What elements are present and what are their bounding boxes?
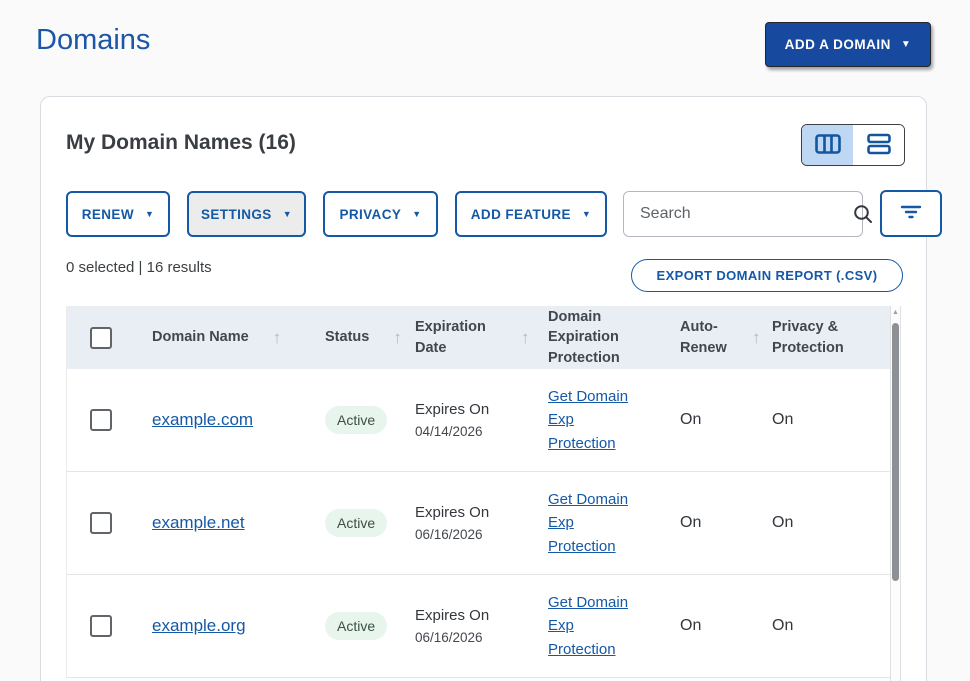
header-privacy-label: Privacy & Protection	[772, 317, 862, 358]
privacy-value: On	[772, 617, 793, 634]
expiration-date: 06/16/2026	[415, 527, 548, 542]
row-checkbox[interactable]	[90, 512, 112, 534]
header-domain-expiration-protection: Domain Expiration Protection	[548, 307, 680, 368]
sort-ascending-icon: ↑	[393, 326, 402, 350]
header-auto-renew[interactable]: Auto-Renew ↑	[680, 317, 772, 358]
column-view-button[interactable]	[802, 125, 853, 165]
header-domain-label: Domain Name	[152, 327, 249, 347]
chevron-down-icon: ▼	[582, 210, 591, 219]
export-csv-button[interactable]: EXPORT DOMAIN REPORT (.CSV)	[631, 259, 903, 292]
privacy-value: On	[772, 514, 793, 531]
table-scrollbar[interactable]: ▲	[890, 306, 901, 681]
filter-button[interactable]	[880, 190, 942, 237]
header-auto-renew-label: Auto-Renew	[680, 317, 738, 358]
settings-label: SETTINGS	[201, 207, 272, 222]
header-protection-label: Domain Expiration Protection	[548, 307, 640, 368]
chevron-down-icon: ▼	[901, 40, 911, 50]
search-icon	[853, 204, 873, 224]
domain-link[interactable]: example.org	[152, 616, 246, 635]
row-select-cell	[67, 512, 152, 534]
row-select-cell	[67, 409, 152, 431]
page-title: Domains	[36, 24, 150, 57]
status-badge: Active	[325, 509, 387, 537]
add-feature-button[interactable]: ADD FEATURE ▼	[455, 191, 607, 237]
sort-ascending-icon: ↑	[521, 326, 530, 350]
row-checkbox[interactable]	[90, 615, 112, 637]
header-expiration-label: Expiration Date	[415, 317, 507, 358]
header-domain-name[interactable]: Domain Name ↑	[152, 326, 325, 350]
privacy-value: On	[772, 411, 793, 428]
status-badge: Active	[325, 406, 387, 434]
renew-button[interactable]: RENEW ▼	[66, 191, 170, 237]
scrollbar-thumb[interactable]	[892, 323, 899, 581]
renew-label: RENEW	[82, 207, 134, 222]
add-domain-button[interactable]: ADD A DOMAIN ▼	[765, 22, 931, 67]
get-protection-link[interactable]: Get Domain Exp Protection	[548, 488, 640, 558]
table-row: example.org Active Expires On 06/16/2026…	[67, 575, 900, 678]
table-header-row: Domain Name ↑ Status ↑ Expiration Date ↑…	[67, 306, 900, 369]
privacy-button[interactable]: PRIVACY ▼	[323, 191, 438, 237]
select-all-checkbox[interactable]	[90, 327, 112, 349]
privacy-label: PRIVACY	[339, 207, 401, 222]
chevron-down-icon: ▼	[412, 210, 421, 219]
settings-button[interactable]: SETTINGS ▼	[187, 191, 306, 237]
table-row: example.com Active Expires On 04/14/2026…	[67, 369, 900, 472]
chevron-down-icon: ▼	[283, 210, 292, 219]
chevron-down-icon: ▼	[145, 210, 154, 219]
get-protection-link[interactable]: Get Domain Exp Protection	[548, 591, 640, 661]
auto-renew-value: On	[680, 617, 701, 634]
auto-renew-value: On	[680, 411, 701, 428]
row-checkbox[interactable]	[90, 409, 112, 431]
row-view-icon	[867, 133, 891, 158]
row-view-button[interactable]	[853, 125, 904, 165]
view-toggle	[801, 124, 905, 166]
domain-link[interactable]: example.net	[152, 513, 245, 532]
search-box	[623, 191, 863, 237]
header-expiration-date[interactable]: Expiration Date ↑	[415, 317, 548, 358]
filter-icon	[900, 204, 922, 223]
expires-on-label: Expires On	[415, 504, 548, 521]
expiration-date: 06/16/2026	[415, 630, 548, 645]
expiration-date: 04/14/2026	[415, 424, 548, 439]
select-all-cell	[67, 327, 152, 349]
sort-ascending-icon: ↑	[273, 326, 282, 350]
expires-on-label: Expires On	[415, 401, 548, 418]
panel-title: My Domain Names (16)	[66, 131, 296, 155]
add-domain-label: ADD A DOMAIN	[785, 37, 891, 52]
auto-renew-value: On	[680, 514, 701, 531]
header-status[interactable]: Status ↑	[325, 326, 415, 350]
row-select-cell	[67, 615, 152, 637]
search-input[interactable]	[624, 192, 853, 236]
header-status-label: Status	[325, 327, 369, 347]
table-row: example.net Active Expires On 06/16/2026…	[67, 472, 900, 575]
sort-ascending-icon: ↑	[752, 326, 761, 350]
header-privacy-protection: Privacy & Protection	[772, 317, 890, 358]
selection-summary: 0 selected | 16 results	[66, 259, 212, 276]
status-badge: Active	[325, 612, 387, 640]
get-protection-link[interactable]: Get Domain Exp Protection	[548, 385, 640, 455]
domains-panel: My Domain Names (16) RENEW ▼ SET	[40, 96, 927, 681]
domain-link[interactable]: example.com	[152, 410, 253, 429]
add-feature-label: ADD FEATURE	[471, 207, 571, 222]
expires-on-label: Expires On	[415, 607, 548, 624]
domains-table: Domain Name ↑ Status ↑ Expiration Date ↑…	[66, 306, 900, 678]
column-view-icon	[815, 134, 841, 157]
scroll-up-icon[interactable]: ▲	[891, 309, 900, 316]
